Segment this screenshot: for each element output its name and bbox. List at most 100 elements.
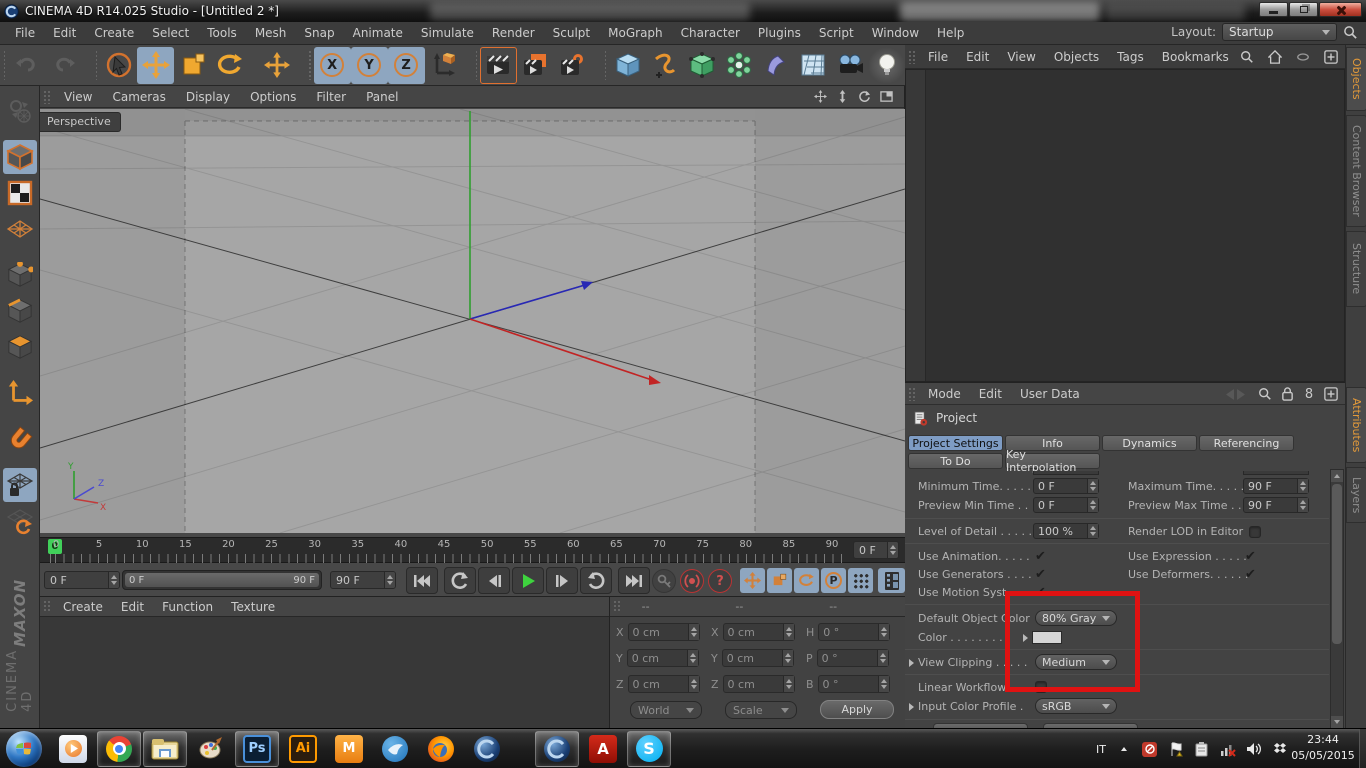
taskbar-clock[interactable]: 23:44 05/05/2015 — [1290, 732, 1356, 764]
clipboard-tray-icon[interactable] — [1193, 741, 1210, 758]
coordinates-drag-handle[interactable] — [613, 600, 621, 613]
undo-button[interactable] — [8, 47, 45, 84]
taskbar-acrobat-button[interactable]: A — [581, 731, 625, 767]
spinner-arrows[interactable] — [782, 676, 794, 692]
viewport-menu-view[interactable]: View — [54, 90, 102, 104]
menu-render[interactable]: Render — [483, 26, 544, 40]
use-animation-checkbox[interactable]: ✔ — [1035, 548, 1046, 565]
keyframe-pla-toggle[interactable] — [848, 568, 873, 593]
add-spline-button[interactable] — [646, 47, 683, 84]
size-z-field[interactable]: 0 cm — [722, 675, 795, 693]
search-icon[interactable] — [1239, 49, 1255, 65]
menu-tools[interactable]: Tools — [198, 26, 246, 40]
keyframe-position-toggle[interactable] — [740, 568, 765, 593]
position-z-field[interactable]: 0 cm — [627, 675, 700, 693]
expander-icon[interactable] — [909, 658, 914, 667]
menu-file[interactable]: File — [6, 26, 44, 40]
keyframe-parameter-toggle[interactable]: P — [821, 568, 846, 593]
edges-mode-button[interactable] — [3, 294, 37, 328]
attribute-scrollbar[interactable] — [1330, 469, 1344, 729]
spinner-arrows[interactable] — [108, 572, 119, 588]
material-menu-edit[interactable]: Edit — [112, 600, 153, 614]
previous-frame-button[interactable] — [478, 567, 510, 594]
size-y-field[interactable]: 0 cm — [721, 649, 794, 667]
scrollbar-thumb[interactable] — [1332, 484, 1342, 644]
search-icon[interactable] — [1257, 386, 1273, 402]
spinner-arrows[interactable] — [686, 650, 698, 666]
viewport-menu-display[interactable]: Display — [176, 90, 240, 104]
toggle-view-button[interactable] — [879, 89, 894, 104]
objects-menu-view[interactable]: View — [998, 50, 1044, 64]
render-view-button[interactable] — [479, 46, 517, 84]
spinner-arrows[interactable] — [877, 676, 889, 692]
lock-icon[interactable] — [1279, 386, 1295, 402]
taskbar-paint-button[interactable] — [189, 731, 233, 767]
lock-x-axis-button[interactable]: X — [313, 46, 351, 84]
spinner-arrows[interactable] — [1087, 479, 1098, 493]
objects-menu-edit[interactable]: Edit — [957, 50, 998, 64]
toolbar-drag-handle[interactable] — [95, 50, 98, 80]
restore-button[interactable] — [1289, 2, 1318, 17]
home-icon[interactable] — [1267, 49, 1283, 65]
rotation-b-field[interactable]: 0 ° — [817, 675, 890, 693]
preview-range-slider[interactable]: 0 F 90 F — [122, 570, 322, 590]
add-panel-icon[interactable] — [1323, 49, 1339, 65]
attr-menu-userdata[interactable]: User Data — [1011, 387, 1089, 401]
redo-button[interactable] — [45, 47, 82, 84]
size-mode-dropdown[interactable]: Scale — [725, 701, 797, 719]
keyframe-scale-toggle[interactable] — [767, 568, 792, 593]
tab-content-browser[interactable]: Content Browser — [1346, 115, 1366, 227]
preview-min-time-field[interactable]: 0 F — [1033, 497, 1099, 513]
menu-window[interactable]: Window — [863, 26, 928, 40]
lock-z-axis-button[interactable]: Z — [387, 46, 425, 84]
viewport-canvas[interactable]: Perspective Y Z X — [40, 109, 905, 533]
use-generators-checkbox[interactable]: ✔ — [1035, 566, 1046, 583]
keyframe-rotation-toggle[interactable] — [794, 568, 819, 593]
coordinate-system-button[interactable] — [425, 47, 462, 84]
add-generator-button[interactable] — [720, 47, 757, 84]
tab-key-interpolation[interactable]: Key Interpolation — [1005, 448, 1100, 474]
scroll-down-icon[interactable] — [1331, 716, 1343, 728]
use-deformers-checkbox[interactable]: ✔ — [1245, 566, 1256, 583]
autokey-button[interactable] — [680, 569, 704, 593]
lock-y-axis-button[interactable]: Y — [350, 46, 388, 84]
object-tree-area[interactable] — [905, 69, 1345, 382]
menu-create[interactable]: Create — [85, 26, 143, 40]
menu-mograph[interactable]: MoGraph — [599, 26, 672, 40]
spinner-arrows[interactable] — [782, 624, 794, 640]
spinner-arrows[interactable] — [1297, 479, 1308, 493]
security-alert-icon[interactable] — [1141, 741, 1158, 758]
input-color-profile-dropdown[interactable]: sRGB — [1035, 698, 1117, 714]
menu-edit[interactable]: Edit — [44, 26, 85, 40]
tab-objects[interactable]: Objects — [1346, 47, 1366, 111]
lock-workplane-button[interactable] — [3, 468, 37, 502]
exp ander-icon[interactable] — [909, 702, 914, 711]
workplane-mode-button[interactable] — [3, 212, 37, 246]
minimum-time-field[interactable]: 0 F — [1033, 478, 1099, 494]
zoom-view-button[interactable] — [835, 89, 850, 104]
dropbox-tray-icon[interactable] — [1271, 741, 1288, 758]
objects-menu-tags[interactable]: Tags — [1108, 50, 1153, 64]
pan-view-button[interactable] — [813, 89, 828, 104]
viewport-menu-panel[interactable]: Panel — [356, 90, 408, 104]
viewport-menu-options[interactable]: Options — [240, 90, 306, 104]
network-disconnected-icon[interactable] — [1219, 741, 1236, 758]
attr-menu-mode[interactable]: Mode — [919, 387, 970, 401]
model-mode-button[interactable] — [3, 140, 37, 174]
search-icon[interactable] — [1343, 25, 1358, 40]
material-menu-function[interactable]: Function — [153, 600, 222, 614]
add-environment-button[interactable] — [794, 47, 831, 84]
rotation-h-field[interactable]: 0 ° — [818, 623, 891, 641]
spinner-arrows[interactable] — [878, 624, 890, 640]
spinner-arrows[interactable] — [876, 650, 888, 666]
toolbar-drag-handle[interactable] — [308, 50, 311, 80]
snap-button[interactable] — [3, 422, 37, 456]
taskbar-thunderbird-button[interactable] — [373, 731, 417, 767]
volume-icon[interactable] — [1245, 741, 1262, 758]
taskbar-illustrator-button[interactable]: Ai — [281, 731, 325, 767]
spinner-arrows[interactable] — [687, 624, 699, 640]
spinner-arrows[interactable] — [687, 676, 699, 692]
objects-menu-objects[interactable]: Objects — [1045, 50, 1108, 64]
add-cube-button[interactable] — [609, 47, 646, 84]
apply-button[interactable]: Apply — [820, 700, 894, 719]
